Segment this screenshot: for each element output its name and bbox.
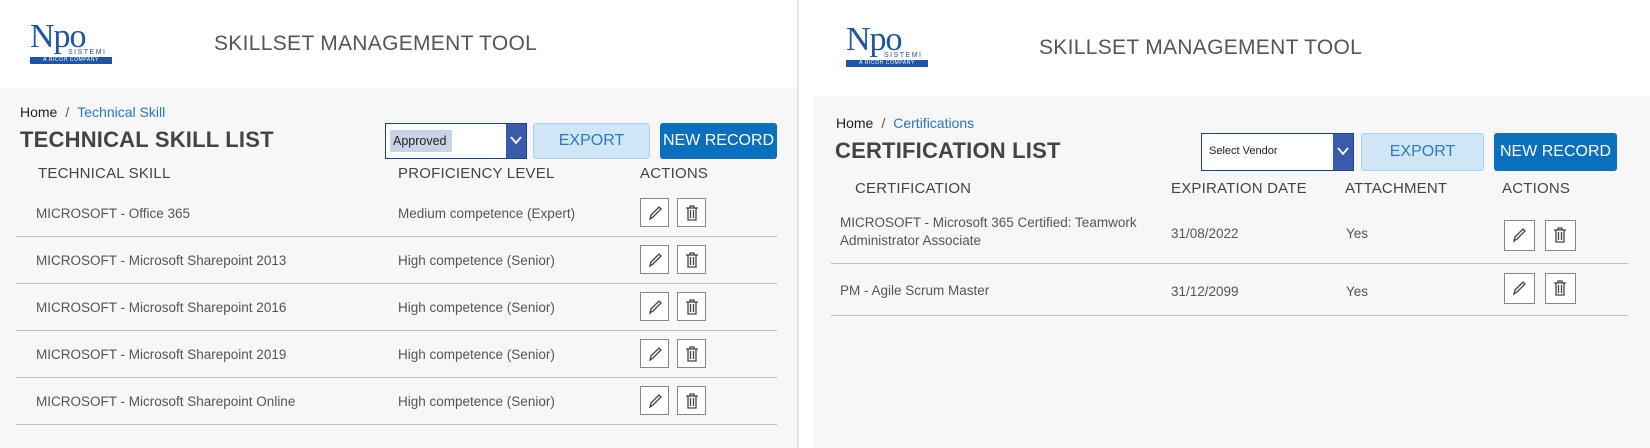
row-divider (16, 424, 777, 425)
technical-skill-screen: Npo SISTEMI A RICOH COMPANY SKILLSET MAN… (0, 0, 797, 448)
expiration-cell: 31/08/2022 (1171, 226, 1239, 241)
trash-icon (686, 346, 698, 362)
column-header-technical-skill: TECHNICAL SKILL (38, 165, 171, 182)
delete-button[interactable] (677, 386, 706, 415)
trash-icon (1554, 280, 1566, 296)
skill-cell: MICROSOFT - Microsoft Sharepoint 2019 (36, 347, 287, 362)
page-title: CERTIFICATION LIST (835, 138, 1061, 163)
column-header-proficiency-level: PROFICIENCY LEVEL (398, 165, 555, 182)
screen-divider (797, 0, 813, 448)
row-divider (16, 330, 777, 331)
expiration-cell: 31/12/2099 (1171, 284, 1239, 299)
edit-button[interactable] (1504, 220, 1535, 251)
app-title: SKILLSET MANAGEMENT TOOL (214, 32, 538, 55)
pencil-icon (648, 206, 662, 221)
level-cell: High competence (Senior) (398, 394, 555, 409)
status-filter-select[interactable]: Approved (385, 123, 527, 159)
pencil-icon (1512, 228, 1526, 243)
row-divider (16, 377, 777, 378)
page-title: TECHNICAL SKILL LIST (20, 127, 274, 152)
trash-icon (686, 393, 698, 409)
delete-button[interactable] (677, 245, 706, 274)
breadcrumb-home-link[interactable]: Home (20, 104, 57, 120)
edit-button[interactable] (640, 339, 669, 368)
delete-button[interactable] (677, 198, 706, 227)
breadcrumb: Home / Certifications (836, 115, 974, 131)
edit-button[interactable] (1504, 273, 1535, 304)
level-cell: High competence (Senior) (398, 253, 555, 268)
breadcrumb-home-link[interactable]: Home (836, 115, 873, 131)
trash-icon (686, 205, 698, 221)
breadcrumb-current-link[interactable]: Technical Skill (77, 104, 165, 120)
certification-cell-line2: Administrator Associate (840, 233, 982, 248)
edit-button[interactable] (640, 386, 669, 415)
certification-cell-line1: PM - Agile Scrum Master (840, 283, 990, 298)
pencil-icon (648, 253, 662, 268)
edit-button[interactable] (640, 245, 669, 274)
trash-icon (1554, 227, 1566, 243)
level-cell: Medium competence (Expert) (398, 206, 576, 221)
row-divider (16, 283, 777, 284)
breadcrumb-current-link[interactable]: Certifications (893, 115, 974, 131)
breadcrumb-separator: / (881, 115, 886, 131)
delete-button[interactable] (1545, 273, 1576, 304)
attachment-cell: Yes (1346, 284, 1369, 299)
column-header-attachment: ATTACHMENT (1345, 180, 1448, 197)
edit-button[interactable] (640, 198, 669, 227)
app-title: SKILLSET MANAGEMENT TOOL (1039, 36, 1363, 59)
pencil-icon (648, 300, 662, 315)
logo-subtext: SISTEMI (884, 52, 923, 59)
company-logo[interactable]: Npo SISTEMI A RICOH COMPANY (30, 18, 112, 64)
pencil-icon (648, 347, 662, 362)
pencil-icon (648, 394, 662, 409)
logo-tagline: A RICOH COMPANY (30, 57, 112, 64)
trash-icon (686, 252, 698, 268)
chevron-down-icon[interactable] (1333, 134, 1353, 170)
logo-subtext: SISTEMI (68, 49, 107, 56)
skill-cell: MICROSOFT - Microsoft Sharepoint Online (36, 394, 296, 409)
column-header-certification: CERTIFICATION (855, 180, 972, 197)
app-header: Npo SISTEMI A RICOH COMPANY SKILLSET MAN… (813, 0, 1650, 96)
new-record-button[interactable]: NEW RECORD (660, 123, 777, 159)
chevron-down-icon[interactable] (506, 124, 526, 158)
level-cell: High competence (Senior) (398, 300, 555, 315)
skill-cell: MICROSOFT - Microsoft Sharepoint 2016 (36, 300, 287, 315)
pencil-icon (1512, 281, 1526, 296)
trash-icon (686, 299, 698, 315)
row-divider (831, 263, 1628, 264)
new-record-button[interactable]: NEW RECORD (1494, 133, 1617, 171)
breadcrumb-separator: / (65, 104, 70, 120)
company-logo[interactable]: Npo SISTEMI A RICOH COMPANY (846, 21, 928, 67)
column-header-actions: ACTIONS (1502, 180, 1571, 197)
level-cell: High competence (Senior) (398, 347, 555, 362)
row-divider (16, 236, 777, 237)
attachment-cell: Yes (1346, 226, 1369, 241)
column-header-actions: ACTIONS (640, 165, 709, 182)
logo-text: Npo (846, 21, 903, 58)
export-button[interactable]: EXPORT (533, 123, 650, 159)
skill-cell: MICROSOFT - Microsoft Sharepoint 2013 (36, 253, 287, 268)
export-button[interactable]: EXPORT (1361, 133, 1484, 171)
column-header-expiration-date: EXPIRATION DATE (1171, 180, 1307, 197)
breadcrumb: Home / Technical Skill (20, 104, 165, 120)
status-filter-value: Approved (390, 130, 452, 152)
certifications-screen: Npo SISTEMI A RICOH COMPANY SKILLSET MAN… (813, 0, 1650, 448)
delete-button[interactable] (1545, 220, 1576, 251)
vendor-filter-value: Select Vendor (1209, 145, 1278, 157)
edit-button[interactable] (640, 292, 669, 321)
app-header: Npo SISTEMI A RICOH COMPANY SKILLSET MAN… (0, 0, 797, 88)
skill-cell: MICROSOFT - Office 365 (36, 206, 191, 221)
delete-button[interactable] (677, 339, 706, 368)
logo-tagline: A RICOH COMPANY (846, 60, 928, 67)
logo-text: Npo (30, 18, 87, 55)
vendor-filter-select[interactable]: Select Vendor (1201, 133, 1354, 171)
row-divider (831, 315, 1628, 316)
certification-cell-line1: MICROSOFT - Microsoft 365 Certified: Tea… (840, 215, 1137, 230)
delete-button[interactable] (677, 292, 706, 321)
